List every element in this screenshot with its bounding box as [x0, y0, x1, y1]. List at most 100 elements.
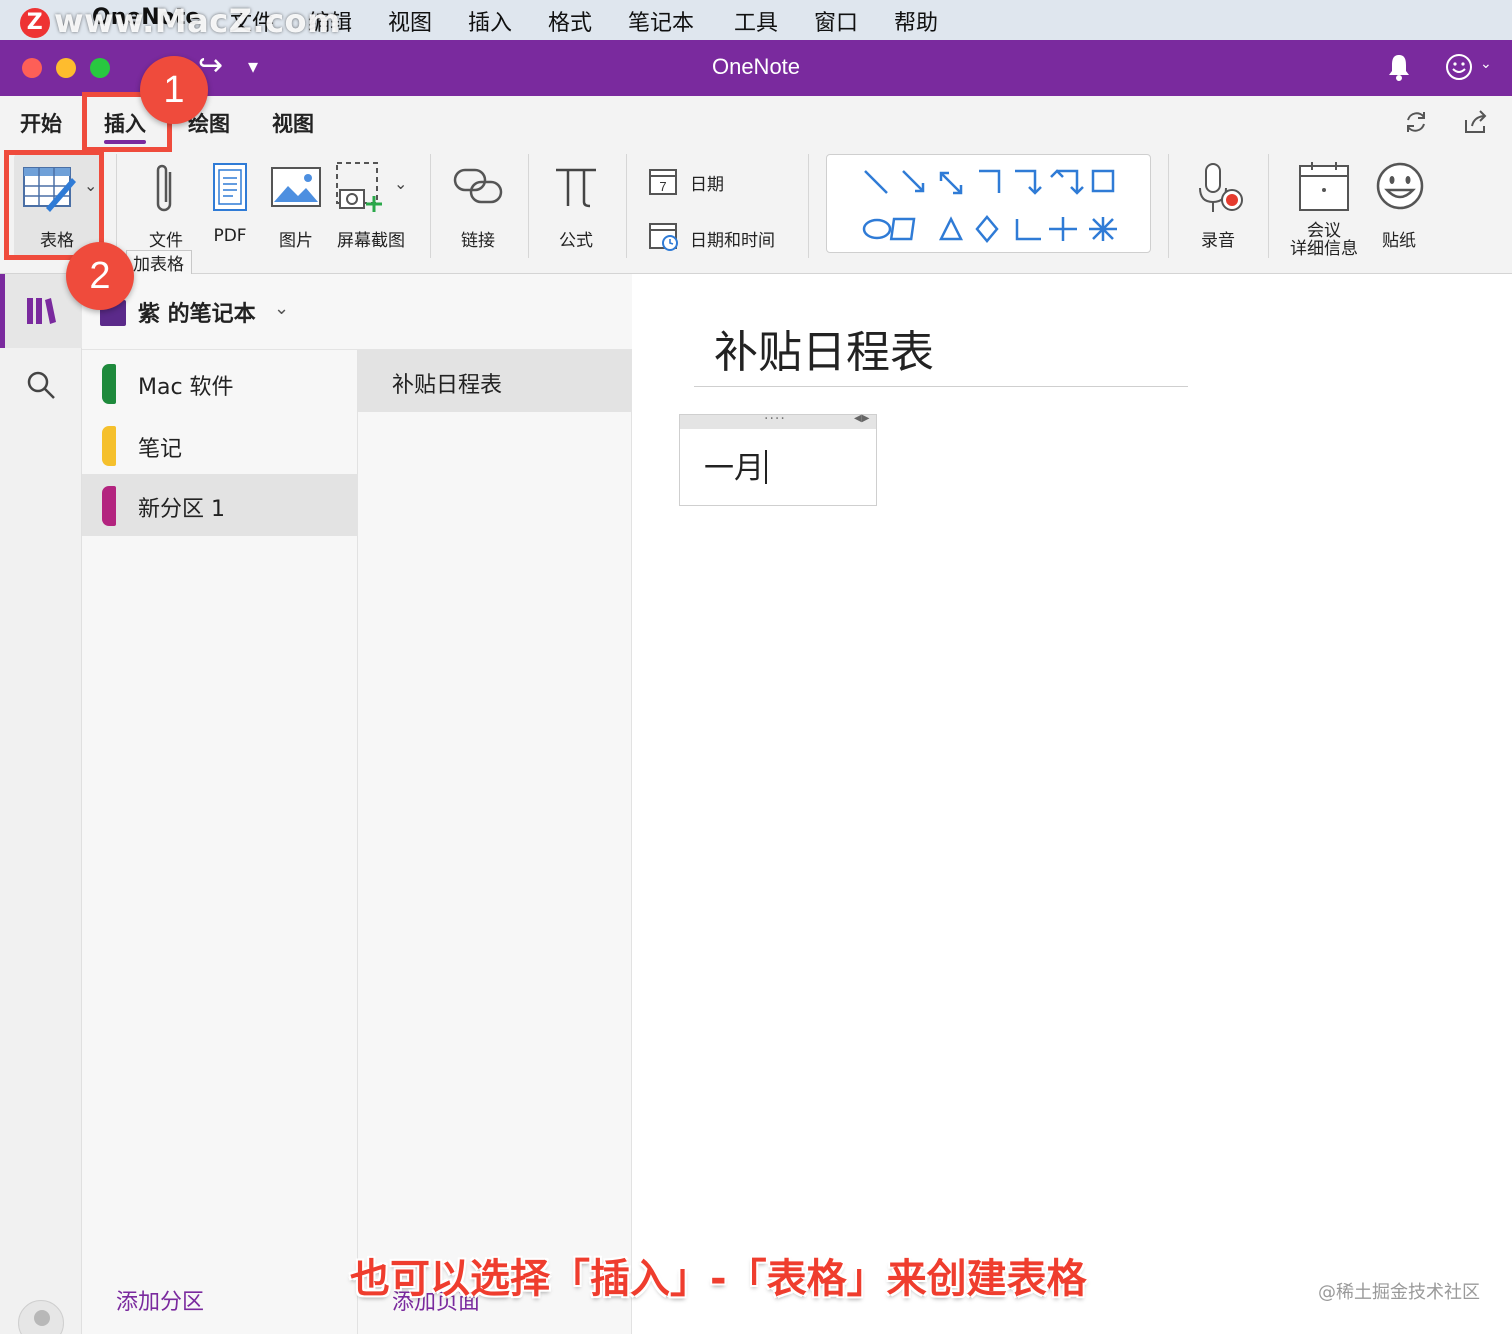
menu-help[interactable]: 帮助: [894, 5, 938, 37]
ribbon-insert-panel: ⌄ 表格 文件 PDF 图片 ⌄ 屏幕截图 链接 公式 7 日期 日期和时间 录…: [0, 148, 1512, 274]
drag-handle-icon[interactable]: ····: [764, 411, 786, 427]
avatar-person-icon: [34, 1310, 50, 1326]
tab-view[interactable]: 视图: [272, 108, 314, 138]
sticker-smile-icon: [1376, 162, 1424, 210]
tutorial-caption: 也可以选择「插入」-「表格」来创建表格: [350, 1256, 1087, 1302]
tab-home[interactable]: 开始: [20, 108, 62, 138]
meeting-details-button[interactable]: 会议 详细信息: [1284, 154, 1364, 258]
screenshot-label: 屏幕截图: [337, 231, 405, 251]
title-divider: [694, 386, 1188, 387]
insert-datetime-button[interactable]: 日期和时间: [648, 220, 808, 256]
sync-icon[interactable]: [1402, 108, 1430, 136]
note-container-handle[interactable]: ···· ◀▶: [680, 411, 876, 429]
window-title: OneNote: [711, 54, 801, 79]
menu-tools[interactable]: 工具: [734, 5, 778, 37]
ribbon-separator: [116, 154, 117, 258]
menu-bar: OneNote 文件 编辑 视图 插入 格式 笔记本 工具 窗口 帮助 Zwww…: [0, 0, 1512, 40]
calendar-clock-icon: [649, 223, 678, 251]
chevron-down-icon[interactable]: ⌄: [274, 298, 289, 319]
text-caret: [765, 450, 767, 484]
section-name: Mac 软件: [138, 375, 234, 400]
page-canvas[interactable]: 补贴日程表 ···· ◀▶ 一月: [632, 274, 1512, 1334]
page-item[interactable]: 补贴日程表: [358, 350, 632, 412]
page-title[interactable]: 补贴日程表: [714, 316, 934, 380]
screenshot-dropdown-chevron-icon[interactable]: ⌄: [394, 174, 407, 193]
insert-file-button[interactable]: 文件: [136, 154, 196, 258]
insert-date-button[interactable]: 7 日期: [648, 166, 798, 202]
audio-label: 录音: [1201, 231, 1235, 251]
section-item[interactable]: 新分区 1: [82, 474, 358, 536]
equation-label: 公式: [559, 231, 593, 251]
menu-view[interactable]: 视图: [388, 5, 432, 37]
pi-equation-icon: [556, 168, 596, 208]
ribbon-separator: [808, 154, 809, 258]
rectangle-shape-icon: [1091, 169, 1115, 193]
insert-equation-button[interactable]: 公式: [544, 154, 608, 258]
triangle-shape-icon: [938, 216, 964, 241]
sticker-label: 贴纸: [1382, 231, 1416, 251]
insert-link-button[interactable]: 链接: [446, 154, 510, 258]
elbow-connector-icon: [979, 169, 1001, 193]
section-color-tab: [102, 364, 116, 404]
line-shape-icon: [864, 170, 888, 194]
section-color-tab: [102, 426, 116, 466]
axis-xy-icon: [1015, 219, 1041, 241]
meeting-label-1: 会议: [1307, 221, 1341, 241]
search-icon[interactable]: [26, 370, 56, 400]
record-audio-button[interactable]: 录音: [1186, 154, 1250, 258]
file-label: 文件: [149, 231, 183, 251]
pdf-document-icon: [213, 163, 247, 211]
ribbon-tabs: 开始 插入 绘图 视图: [0, 96, 1512, 148]
shapes-gallery-icons: [862, 169, 1117, 243]
note-text[interactable]: 一月: [704, 443, 767, 487]
calendar-day-number: 7: [659, 179, 666, 194]
screenshot-camera-icon: [336, 162, 382, 212]
insert-picture-button[interactable]: 图片: [266, 154, 326, 258]
double-arrow-shape-icon: [940, 172, 962, 194]
pdf-label: PDF: [213, 226, 247, 246]
source-credit: @稀土掘金技术社区: [1318, 1282, 1480, 1303]
section-item[interactable]: 笔记: [82, 414, 358, 476]
meeting-calendar-icon: [1299, 162, 1349, 211]
meeting-label-2: 详细信息: [1290, 239, 1358, 259]
datetime-label: 日期和时间: [690, 231, 775, 251]
chevron-down-icon[interactable]: ⌄: [1480, 56, 1492, 72]
window-title-bar: ↪ ▾ OneNote ⌄: [0, 40, 1512, 96]
menu-window[interactable]: 窗口: [814, 5, 858, 37]
menu-insert[interactable]: 插入: [468, 5, 512, 37]
navigation-strip: [0, 274, 82, 1334]
notebook-picker[interactable]: 紫 的笔记本 ⌄: [82, 274, 632, 350]
resize-handle-icon[interactable]: ◀▶: [854, 413, 869, 424]
note-container[interactable]: ···· ◀▶ 一月: [679, 411, 877, 506]
insert-pdf-button[interactable]: PDF: [204, 154, 256, 258]
ellipse-shape-icon: [862, 218, 892, 240]
step-badge-1: 1: [140, 56, 208, 124]
ribbon-separator: [430, 154, 431, 258]
menu-notebook[interactable]: 笔记本: [628, 5, 694, 37]
calendar-icon: 7: [649, 169, 677, 195]
watermark-text: www.MacZ.com: [54, 2, 341, 40]
note-text-value: 一月: [704, 451, 764, 486]
microphone-record-icon: [1199, 163, 1243, 212]
link-chain-icon: [453, 168, 503, 204]
watermark-logo: Z: [20, 8, 50, 38]
share-icon[interactable]: [1462, 108, 1490, 136]
diamond-shape-icon: [975, 215, 999, 243]
insert-sticker-button[interactable]: 贴纸: [1368, 154, 1430, 258]
notebooks-library-icon: [27, 298, 56, 324]
insert-screenshot-button[interactable]: ⌄ 屏幕截图: [330, 154, 412, 258]
section-name: 笔记: [138, 437, 183, 462]
link-label: 链接: [461, 231, 495, 251]
picture-label: 图片: [279, 231, 313, 251]
ribbon-separator: [1168, 154, 1169, 258]
section-color-tab: [102, 486, 116, 526]
shapes-gallery[interactable]: [826, 154, 1151, 253]
feedback-smile-icon[interactable]: [1444, 52, 1474, 82]
section-item[interactable]: Mac 软件: [82, 352, 358, 414]
picture-icon: [271, 167, 321, 207]
add-section-button[interactable]: 添加分区: [116, 1284, 204, 1316]
bell-icon[interactable]: [1386, 52, 1412, 82]
parallelogram-shape-icon: [889, 217, 916, 241]
menu-format[interactable]: 格式: [548, 5, 592, 37]
pages-list: 补贴日程表 添加页面: [358, 350, 632, 1334]
